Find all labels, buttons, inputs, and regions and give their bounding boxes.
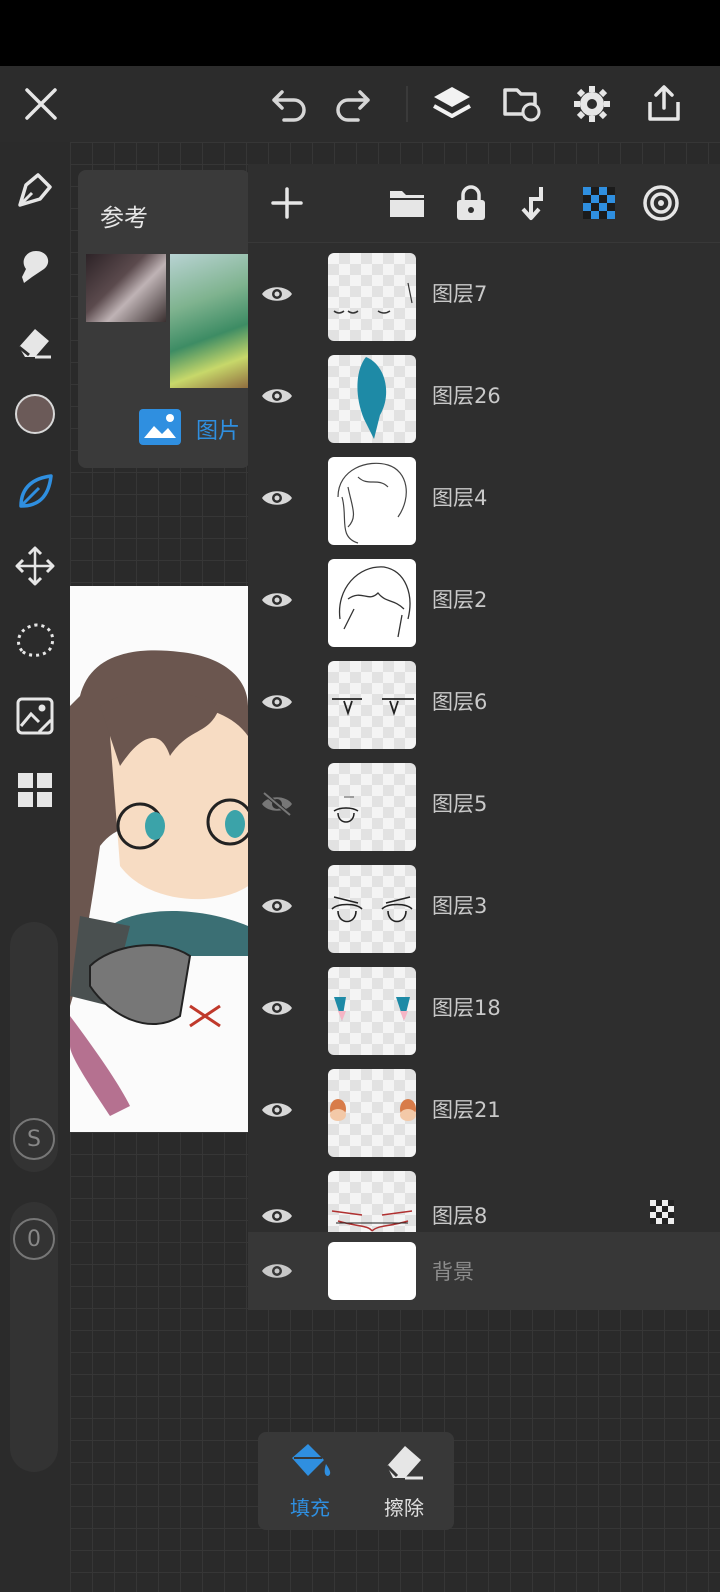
reference-target-icon[interactable] <box>638 180 684 226</box>
undo-icon[interactable] <box>266 80 314 128</box>
layer-thumbnail <box>328 661 416 749</box>
layer-thumbnail <box>328 865 416 953</box>
import-file-icon[interactable] <box>498 80 546 128</box>
layer-row[interactable]: 图层2 <box>248 550 720 653</box>
eye-visible-icon[interactable] <box>254 1090 300 1130</box>
size-label: S <box>27 1126 41 1152</box>
picture-label: 图片 <box>196 419 241 444</box>
layer-thumbnail <box>328 253 416 341</box>
layer-name: 图层5 <box>432 792 488 816</box>
alpha-lock-checker-icon[interactable] <box>576 180 622 226</box>
left-tool-palette: S 0 <box>0 142 70 1592</box>
background-layer-name: 背景 <box>432 1260 474 1284</box>
layers-icon[interactable] <box>428 80 476 128</box>
layer-name: 图层18 <box>432 996 501 1020</box>
layer-row[interactable]: 图层8 <box>248 1162 720 1233</box>
eye-visible-icon[interactable] <box>254 682 300 722</box>
layer-thumbnail <box>328 457 416 545</box>
eye-visible-icon[interactable] <box>254 580 300 620</box>
layer-name: 图层26 <box>432 384 501 408</box>
layer-row[interactable]: 图层5 <box>248 754 720 857</box>
layers-panel: 图层7 图层26 图层4 图层2 图层6 图层5 图层3 图层18 图层21 图… <box>248 164 720 1310</box>
eraser-tool-icon[interactable] <box>11 318 59 366</box>
eye-visible-icon[interactable] <box>254 478 300 518</box>
reference-image-2[interactable] <box>170 254 250 388</box>
erase-label: 擦除 <box>384 1496 424 1520</box>
pen-tool-icon[interactable] <box>11 166 59 214</box>
add-picture-button[interactable]: 图片 <box>138 408 240 450</box>
add-layer-icon[interactable] <box>264 180 310 226</box>
reference-image-1[interactable] <box>86 254 166 322</box>
lock-icon[interactable] <box>448 180 494 226</box>
layer-name: 图层6 <box>432 690 488 714</box>
reference-panel: 参考 图片 <box>78 170 250 468</box>
reference-title: 参考 <box>100 204 148 232</box>
layers-toolbar <box>248 164 720 243</box>
brush-size-knob[interactable]: S <box>13 1118 55 1160</box>
layer-thumbnail <box>328 559 416 647</box>
fill-button[interactable]: 填充 <box>264 1440 356 1524</box>
eye-visible-icon[interactable] <box>254 1196 300 1232</box>
background-thumbnail <box>328 1242 416 1300</box>
layer-name: 图层7 <box>432 282 488 306</box>
folder-icon[interactable] <box>384 180 430 226</box>
layer-thumbnail <box>328 763 416 851</box>
redo-icon[interactable] <box>328 80 376 128</box>
eye-visible-icon[interactable] <box>254 886 300 926</box>
grid-layout-icon[interactable] <box>11 766 59 814</box>
layer-thumbnail <box>328 355 416 443</box>
eraser-icon <box>381 1440 427 1486</box>
lasso-selection-icon[interactable] <box>11 616 59 664</box>
eye-visible-icon[interactable] <box>254 988 300 1028</box>
eye-visible-icon[interactable] <box>254 376 300 416</box>
layer-thumbnail <box>328 967 416 1055</box>
layer-row[interactable]: 图层7 <box>248 244 720 347</box>
layer-name: 图层21 <box>432 1098 501 1122</box>
leaf-brush-icon[interactable] <box>11 468 59 516</box>
clipping-mask-icon <box>650 1200 674 1228</box>
top-toolbar <box>0 66 720 142</box>
erase-fill-button[interactable]: 擦除 <box>358 1440 450 1524</box>
toolbar-divider <box>406 86 408 122</box>
layer-name: 图层4 <box>432 486 488 510</box>
opacity-knob[interactable]: 0 <box>13 1218 55 1260</box>
close-icon[interactable] <box>17 80 65 128</box>
layer-name: 图层8 <box>432 1204 488 1228</box>
layer-row[interactable]: 图层6 <box>248 652 720 755</box>
eye-visible-icon[interactable] <box>254 1251 300 1291</box>
image-icon <box>138 408 182 450</box>
layer-row[interactable]: 图层26 <box>248 346 720 449</box>
move-transform-icon[interactable] <box>11 542 59 590</box>
share-export-icon[interactable] <box>640 80 688 128</box>
background-layer-row[interactable]: 背景 <box>248 1232 720 1310</box>
color-picker-swatch[interactable] <box>11 390 59 438</box>
opacity-label: 0 <box>27 1226 41 1252</box>
layer-row[interactable]: 图层3 <box>248 856 720 959</box>
layer-row[interactable]: 图层21 <box>248 1060 720 1163</box>
settings-gear-icon[interactable] <box>568 80 616 128</box>
smudge-tool-icon[interactable] <box>11 242 59 290</box>
layer-name: 图层3 <box>432 894 488 918</box>
layer-row[interactable]: 图层18 <box>248 958 720 1061</box>
paint-bucket-icon <box>286 1440 334 1486</box>
artwork-preview <box>70 586 248 1132</box>
layer-name: 图层2 <box>432 588 488 612</box>
layer-row[interactable]: 图层4 <box>248 448 720 551</box>
status-bar <box>0 0 720 66</box>
merge-down-icon[interactable] <box>512 180 558 226</box>
layer-thumbnail <box>328 1171 416 1232</box>
eye-visible-icon[interactable] <box>254 274 300 314</box>
image-adjust-icon[interactable] <box>11 692 59 740</box>
fill-tool-popup: 填充 擦除 <box>258 1432 454 1530</box>
layer-thumbnail <box>328 1069 416 1157</box>
fill-label: 填充 <box>290 1496 330 1520</box>
eye-hidden-icon[interactable] <box>254 784 300 824</box>
